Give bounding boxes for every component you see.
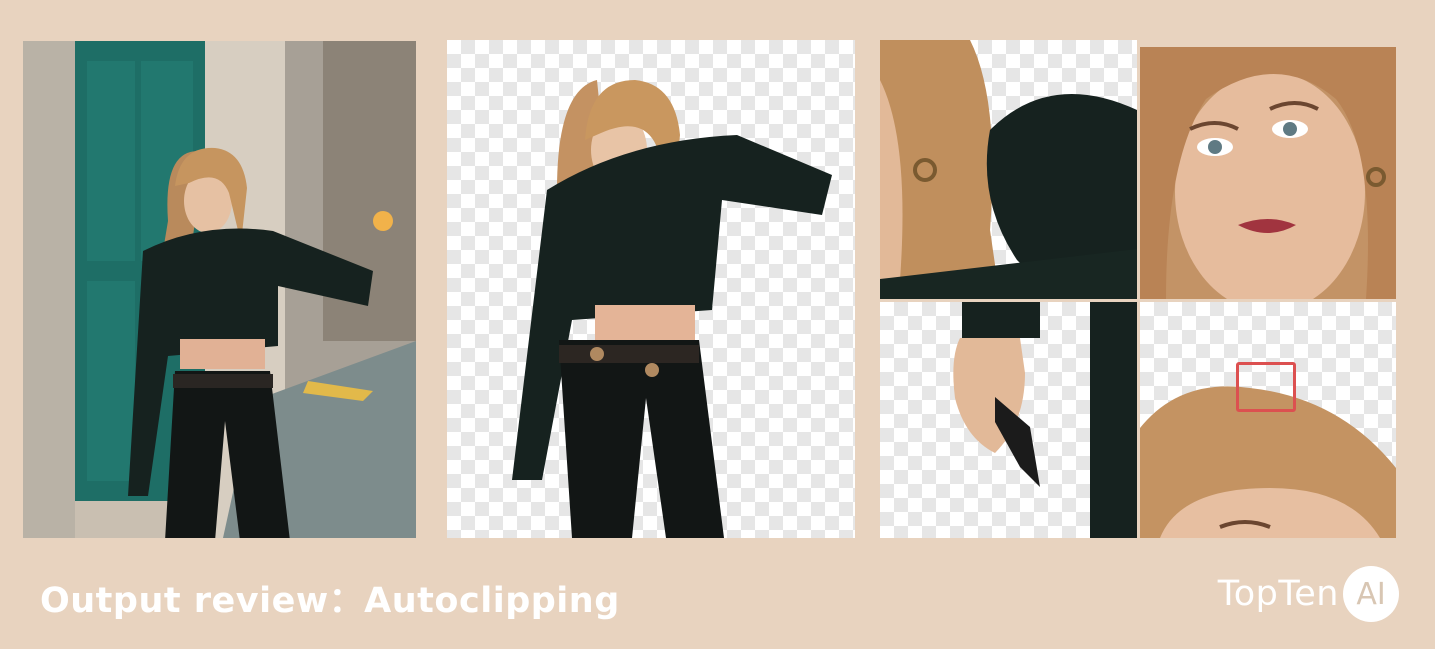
detail-hair-arm-art: [880, 40, 1137, 299]
detail-hair-edge: [1140, 302, 1396, 538]
detail-hair-arm: [880, 40, 1137, 299]
caption-title: Output review：Autoclipping: [40, 581, 620, 621]
brand-logo: TopTen AI: [1218, 566, 1399, 622]
detail-hair-edge-art: [1140, 386, 1396, 538]
logo-text: TopTen: [1217, 574, 1339, 614]
original-photo: [23, 41, 416, 538]
detail-face: [1140, 47, 1396, 299]
logo-badge: AI: [1343, 566, 1399, 622]
detail-face-art: [1140, 47, 1396, 299]
cutout-photo-art: [512, 80, 832, 538]
detail-hand: [880, 302, 1137, 538]
highlight-box: [1236, 362, 1296, 412]
detail-hand-art: [953, 302, 1137, 538]
cutout-photo: [447, 40, 855, 538]
original-photo-art: [23, 41, 416, 538]
